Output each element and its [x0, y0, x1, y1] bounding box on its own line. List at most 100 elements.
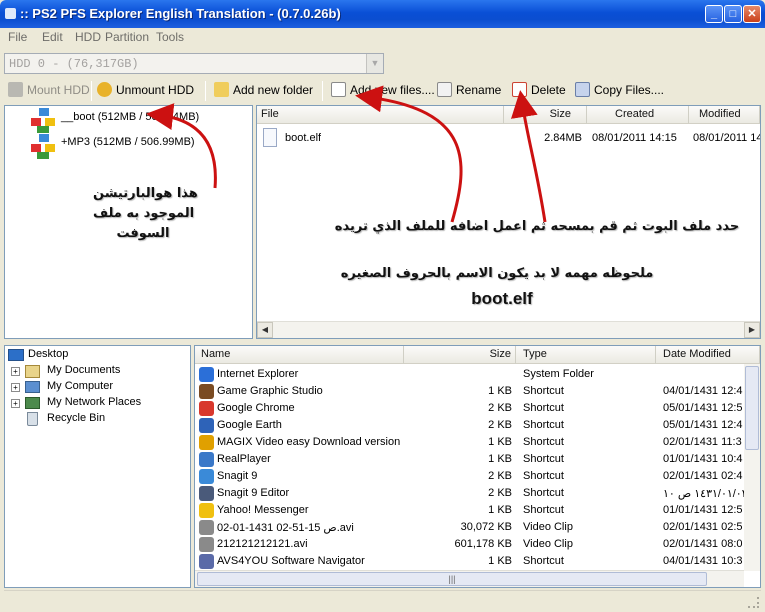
menu-tools[interactable]: Tools: [156, 30, 184, 44]
column-modified[interactable]: Modified: [689, 106, 760, 124]
list-item[interactable]: Game Graphic Studio 1 KB Shortcut 04/01/143…: [195, 383, 745, 400]
list-item[interactable]: Yahoo! Messenger 1 KB Shortcut 01/01/1431 1…: [195, 502, 745, 519]
cell-date: 01/01/1431 12:5: [663, 504, 743, 516]
list-item[interactable]: 02-01-1431 02-51-15 ص.avi 30,072 KB Video …: [195, 519, 745, 536]
cell-name: Internet Explorer: [217, 368, 299, 380]
chevron-down-icon[interactable]: ▼: [366, 54, 383, 73]
scroll-thumb[interactable]: [745, 366, 759, 450]
snagit-editor-icon: [199, 486, 214, 501]
expand-icon[interactable]: +: [11, 367, 20, 376]
minimize-button[interactable]: _: [705, 5, 723, 23]
list-item[interactable]: Google Earth 2 KB Shortcut 05/01/1431 12:4: [195, 417, 745, 434]
cell-name: AVS4YOU Software Navigator: [217, 555, 365, 567]
vertical-scrollbar[interactable]: [744, 364, 760, 571]
desktop-icon: [8, 349, 24, 361]
window-title: :: PS2 PFS Explorer English Translation …: [20, 6, 341, 21]
cell-name: 02-01-1431 02-51-15 ص.avi: [217, 522, 354, 534]
hdd-select[interactable]: HDD 0 - (76,317GB) ▼: [4, 53, 384, 74]
resize-grip-icon[interactable]: [748, 597, 759, 608]
cell-name: Snagit 9: [217, 470, 258, 482]
google-earth-icon: [199, 418, 214, 433]
add-new-folder-button[interactable]: Add new folder: [214, 82, 313, 100]
cell-size: 1 KB: [488, 385, 512, 397]
mount-hdd-button[interactable]: Mount HDD: [8, 82, 90, 100]
list-item[interactable]: Snagit 9 2 KB Shortcut 02/01/1431 02:4: [195, 468, 745, 485]
scroll-thumb[interactable]: |||: [197, 572, 707, 586]
column-created[interactable]: Created: [587, 106, 689, 124]
horizontal-scrollbar[interactable]: |||: [195, 570, 744, 587]
hdd-select-value: HDD 0 - (76,317GB): [9, 57, 139, 71]
cell-type: System Folder: [523, 368, 594, 380]
title-bar[interactable]: :: PS2 PFS Explorer English Translation …: [0, 0, 765, 28]
menu-edit[interactable]: Edit: [42, 30, 63, 44]
cell-name: Google Chrome: [217, 402, 295, 414]
delete-icon: [512, 82, 527, 98]
video-clip-icon: [199, 520, 214, 535]
annotation-partition-note: هذا هوالبارتيشن الموجود به ملف السوفت: [93, 186, 198, 241]
column-type[interactable]: Type: [516, 346, 656, 364]
scroll-right-icon[interactable]: ▶: [744, 322, 760, 338]
cell-date: ١٤٣١/٠١/٠٢ ص ١٠: [663, 488, 745, 500]
cell-name: 212121212121.avi: [217, 538, 308, 550]
add-file-icon: [331, 82, 346, 98]
cell-type: Shortcut: [523, 504, 564, 516]
cell-type: Video Clip: [523, 538, 573, 550]
column-date-modified[interactable]: Date Modified: [656, 346, 760, 364]
cell-size: 2 KB: [488, 470, 512, 482]
column-file[interactable]: File: [257, 106, 504, 124]
cell-type: Video Clip: [523, 521, 573, 533]
cell-date: 02/01/1431 02:4: [663, 470, 743, 482]
unmount-hdd-button[interactable]: Unmount HDD: [97, 82, 194, 100]
toolbar-divider: [205, 81, 206, 101]
close-button[interactable]: ✕: [743, 5, 761, 23]
list-item[interactable]: MAGIX Video easy Download version 1 KB Sho…: [195, 434, 745, 451]
column-size[interactable]: Size: [404, 346, 516, 364]
rename-icon: [437, 82, 452, 98]
cell-size: 30,072 KB: [460, 521, 512, 533]
list-item[interactable]: Snagit 9 Editor 2 KB Shortcut ١٤٣١/٠١/٠٢ ص …: [195, 485, 745, 502]
delete-button[interactable]: Delete: [512, 82, 566, 100]
toolbar-divider: [322, 81, 323, 101]
partition-icon: [31, 108, 57, 134]
menu-hdd[interactable]: HDD: [75, 30, 101, 44]
game-studio-icon: [199, 384, 214, 399]
horizontal-scrollbar[interactable]: ◀ ▶: [257, 321, 760, 338]
add-new-files-button[interactable]: Add new files....: [331, 82, 435, 100]
annotation-filename: boot.elf: [471, 289, 533, 308]
partition-item[interactable]: __boot (512MB / 506.14MB): [61, 111, 199, 123]
copy-files-button[interactable]: Copy Files....: [575, 82, 664, 100]
toolbar: Mount HDD Unmount HDD Add new folder Add…: [4, 78, 761, 104]
recycle-bin-icon: [27, 412, 38, 426]
annotation-important-note: ملحوظه مهمه لا بد يكون الاسم بالحروف الص…: [340, 266, 654, 281]
list-item[interactable]: RealPlayer 1 KB Shortcut 01/01/1431 10:4: [195, 451, 745, 468]
column-size[interactable]: Size: [504, 106, 587, 124]
explorer-rows: Internet Explorer System Folder Game Graph…: [195, 366, 745, 569]
menu-partition[interactable]: Partition: [105, 30, 149, 44]
cell-size: 1 KB: [488, 453, 512, 465]
partition-item[interactable]: +MP3 (512MB / 506.99MB): [61, 136, 195, 148]
file-row[interactable]: boot.elf 2.84MB 08/01/2011 14:15 08/01/2…: [257, 128, 760, 150]
partition-icon: [31, 134, 57, 160]
scroll-left-icon[interactable]: ◀: [257, 322, 273, 338]
cell-size: 601,178 KB: [454, 538, 513, 550]
menu-file[interactable]: File: [8, 30, 27, 44]
list-item[interactable]: AVS4YOU Software Navigator 1 KB Shortcut 04…: [195, 553, 745, 569]
cell-name: Google Earth: [217, 419, 282, 431]
menu-bar: File Edit HDD Partition Tools: [4, 28, 761, 48]
list-item[interactable]: 212121212121.avi 601,178 KB Video Clip 02/0…: [195, 536, 745, 553]
video-clip-icon: [199, 537, 214, 552]
cell-type: Shortcut: [523, 402, 564, 414]
expand-icon[interactable]: +: [11, 399, 20, 408]
list-item[interactable]: Google Chrome 2 KB Shortcut 05/01/1431 12:5: [195, 400, 745, 417]
column-name[interactable]: Name: [195, 346, 404, 364]
maximize-button[interactable]: □: [724, 5, 742, 23]
cell-type: Shortcut: [523, 436, 564, 448]
list-item[interactable]: Internet Explorer System Folder: [195, 366, 745, 383]
cell-date: 05/01/1431 12:4: [663, 419, 743, 431]
copy-files-icon: [575, 82, 590, 98]
cell-type: Shortcut: [523, 555, 564, 567]
expand-icon[interactable]: +: [11, 383, 20, 392]
cell-date: 01/01/1431 10:4: [663, 453, 743, 465]
cell-type: Shortcut: [523, 487, 564, 499]
rename-button[interactable]: Rename: [437, 82, 501, 100]
